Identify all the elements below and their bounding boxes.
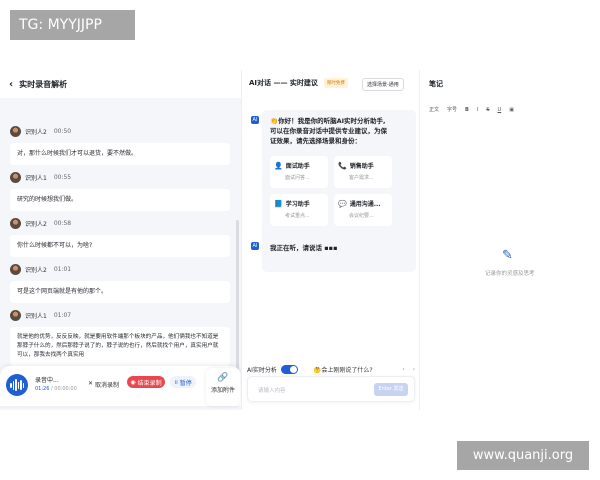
scene-options: 👤 面试助手 面试问答... 📞 销售助手 客户需求... 📘 学习助手 考试重点..… <box>270 156 392 226</box>
avatar <box>10 263 21 275</box>
recording-status: 录音中... <box>35 377 59 384</box>
user-icon: 👤 <box>274 161 283 170</box>
chevron-left-icon[interactable]: ‹ <box>402 366 404 373</box>
scene-option-sales[interactable]: 📞 销售助手 客户需求... <box>334 156 392 188</box>
notes-panel: 笔记 正文 字号 B I S U ▣ ✎ 记录你的灵感及思考 <box>419 70 600 410</box>
transcript-text: 你什么时候都不可以，为啥? <box>10 235 230 257</box>
scene-option-interview[interactable]: 👤 面试助手 面试问答... <box>270 156 328 188</box>
chevron-right-icon[interactable]: › <box>413 366 415 373</box>
edit-note-icon: ✎ <box>502 248 513 263</box>
overlay-tag: TG: MYYJJPP <box>10 10 135 40</box>
ai-chat-panel: AI对话 —— 实时建议 限时免费 选择场景-通用 AI 👏你好！我是你的听脑A… <box>241 70 418 410</box>
waveform-icon <box>6 374 28 396</box>
transcript-text: 对，那什么时候我们才可以退货，要不然做。 <box>10 143 230 165</box>
transcript-scrollbar[interactable] <box>236 220 239 380</box>
transcript-message: 识别人2 01:01 可是这个网页端就是有他的那个。 <box>10 263 230 303</box>
transcript-message: 识别人1 00:55 研究的时候想我们做。 <box>10 171 230 211</box>
transcript-text: 可是这个网页端就是有他的那个。 <box>10 281 230 303</box>
notes-toolbar: 正文 字号 B I S U ▣ <box>429 106 514 114</box>
back-chevron-icon[interactable]: ‹ <box>9 79 13 90</box>
paperclip-icon: 🔗 <box>217 373 229 383</box>
image-icon[interactable]: ▣ <box>509 107 514 113</box>
phone-icon: 📞 <box>338 161 347 170</box>
bold-button[interactable]: B <box>465 107 469 113</box>
add-attachment-button[interactable]: 🔗 添加附件 <box>206 368 240 406</box>
avatar <box>10 217 21 229</box>
strikethrough-button[interactable]: S <box>486 107 489 113</box>
ai-analysis-bar: AI实时分析 🤔会上刚刚说了什么? ‹ › <box>247 363 415 375</box>
send-button[interactable]: Enter 发送 <box>374 383 408 396</box>
ai-analysis-toggle[interactable] <box>280 364 298 374</box>
recording-timer: 01:26 / 00:00:00 <box>35 386 77 392</box>
select-scene-button[interactable]: 选择场景-通用 <box>362 78 404 91</box>
transcript-message: 识别人1 01:07 就是他的优势，反反反映，就是要用软件端那个板块的产品，他们俩… <box>10 309 230 366</box>
transcript-text: 研究的时候想我们做。 <box>10 189 230 211</box>
notes-empty-hint: 记录你的灵感及思考 <box>485 271 535 277</box>
recorder-bar: 录音中... 01:26 / 00:00:00 ✕ 取消录制 ◉ 结束录制 ॥ 暂停 <box>0 366 241 406</box>
pause-icon: ॥ <box>174 379 178 386</box>
chat-icon: 💬 <box>338 199 347 208</box>
ai-chat-header: AI对话 —— 实时建议 限时免费 <box>249 78 348 88</box>
transcript-message: 识别人2 00:58 你什么时候都不可以，为啥? <box>10 217 230 257</box>
cancel-recording-button[interactable]: ✕ 取消录制 <box>88 380 119 389</box>
ai-analysis-label: AI实时分析 <box>247 366 277 374</box>
avatar <box>10 309 21 321</box>
ai-avatar-icon: AI <box>251 116 259 124</box>
avatar <box>10 125 21 137</box>
ai-greeting-text: 👏你好！我是你的听脑AI实时分析助手, 可以在你录音对话中提供专业建议，为保 证… <box>270 117 387 145</box>
ai-chat-title: AI对话 —— 实时建议 <box>249 79 318 87</box>
stop-icon: ◉ <box>130 378 136 386</box>
ai-avatar-icon: AI <box>251 242 259 250</box>
font-size-dropdown[interactable]: 字号 <box>447 106 457 113</box>
transcript-text: 就是他的优势，反反反映，就是要用软件端那个板块的产品，他们俩我也不知道是 那脖子… <box>10 327 230 366</box>
underline-button[interactable]: U <box>498 107 502 113</box>
transcript-message: 识别人2 00:50 对，那什么时候我们才可以退货，要不然做。 <box>10 125 230 165</box>
listening-status: 我正在听，请说话 ▪▪▪ <box>270 244 338 252</box>
chat-input-box[interactable]: 请输入内容 Enter 发送 <box>247 376 415 402</box>
pause-button[interactable]: ॥ 暂停 <box>170 376 196 388</box>
text-style-dropdown[interactable]: 正文 <box>429 106 439 113</box>
transcript-title: 实时录音解析 <box>19 79 68 89</box>
avatar <box>10 171 21 183</box>
book-icon: 📘 <box>274 199 283 208</box>
scene-option-study[interactable]: 📘 学习助手 考试重点... <box>270 194 328 226</box>
end-recording-button[interactable]: ◉ 结束录制 <box>127 376 165 388</box>
free-badge: 限时免费 <box>323 78 348 88</box>
close-icon: ✕ <box>88 380 94 387</box>
suggested-question[interactable]: 🤔会上刚刚说了什么? <box>314 365 373 374</box>
notes-title: 笔记 <box>429 80 443 88</box>
transcript-panel: ‹ 实时录音解析 识别人2 00:50 对，那什么时候我们才可以退货，要不然做。 … <box>0 70 241 410</box>
transcript-header: ‹ 实时录音解析 <box>0 70 241 98</box>
watermark: www.quanji.org <box>457 441 589 470</box>
chat-input[interactable]: 请输入内容 <box>258 386 286 394</box>
italic-button[interactable]: I <box>477 107 478 113</box>
scene-option-general[interactable]: 💬 通用沟通... 会议纪要... <box>334 194 392 226</box>
